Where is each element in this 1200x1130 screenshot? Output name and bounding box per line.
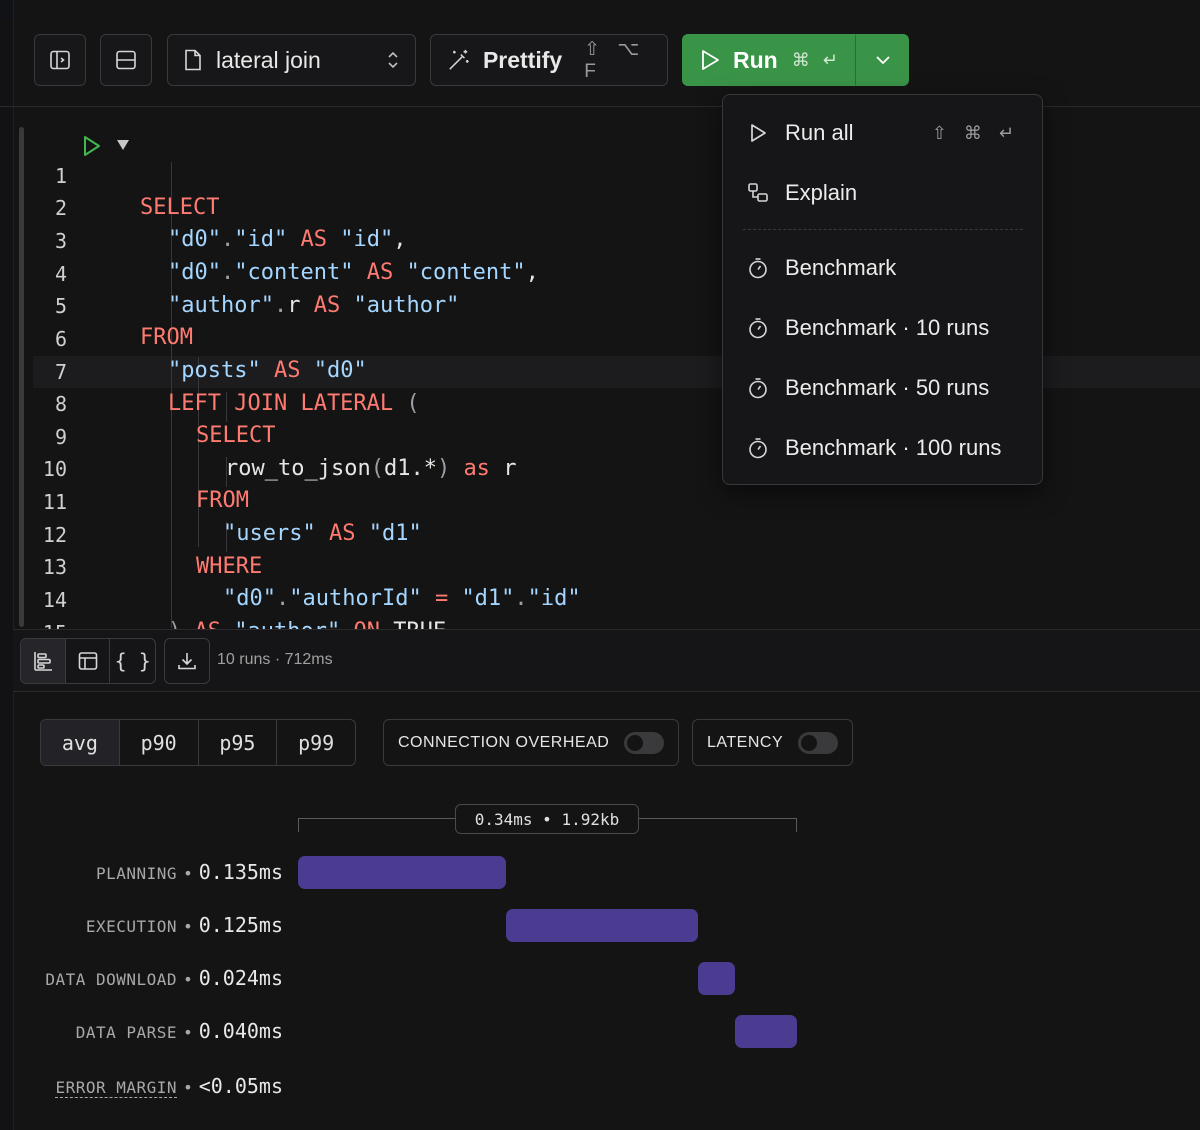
download-button[interactable] bbox=[164, 638, 210, 684]
connection-overhead-toggle[interactable]: CONNECTION OVERHEAD bbox=[383, 719, 679, 766]
timing-label: EXECUTION • 0.125ms bbox=[86, 913, 283, 937]
separator-dot: • bbox=[183, 1078, 193, 1097]
menu-item-benchmark-100[interactable]: Benchmark · 100 runs bbox=[723, 420, 1042, 476]
prettify-shortcut: ⇧ ⌥ F bbox=[584, 38, 646, 82]
code-line: 15 limit 20; bbox=[13, 585, 1113, 629]
percentile-avg[interactable]: avg bbox=[41, 720, 120, 765]
view-json-button[interactable]: { } bbox=[110, 639, 155, 683]
run-options-button[interactable] bbox=[856, 35, 909, 85]
magic-wand-icon bbox=[449, 49, 469, 70]
keyword-true: TRUE bbox=[393, 619, 446, 629]
run-label: Run bbox=[733, 46, 778, 73]
query-name: lateral join bbox=[216, 46, 321, 73]
toggle-split-button[interactable] bbox=[100, 34, 152, 86]
menu-item-label: Explain bbox=[785, 180, 858, 205]
table-icon bbox=[78, 652, 97, 670]
timing-value: 0.024ms bbox=[198, 966, 283, 990]
menu-item-benchmark-10[interactable]: Benchmark · 10 runs bbox=[723, 300, 1042, 356]
menu-item-label: Run all bbox=[785, 120, 854, 145]
explain-icon bbox=[748, 183, 768, 202]
query-select[interactable]: lateral join bbox=[167, 34, 416, 86]
play-icon bbox=[702, 50, 719, 70]
play-icon bbox=[751, 124, 766, 142]
menu-item-run-all[interactable]: Run all ⇧ ⌘ ↵ bbox=[723, 105, 1042, 161]
timeline-icon bbox=[34, 652, 52, 671]
menu-item-label: Benchmark · 50 runs bbox=[785, 375, 990, 400]
toggle-label: CONNECTION OVERHEAD bbox=[398, 733, 610, 751]
code-line: 13 "d0"."authorId" = "d1"."id" bbox=[13, 519, 1113, 611]
toggle-sidebar-button[interactable] bbox=[34, 34, 86, 86]
code-line: 14 ) AS "author" ON TRUE bbox=[13, 552, 1113, 629]
timing-value: 0.040ms bbox=[198, 1019, 283, 1043]
timing-value: <0.05ms bbox=[198, 1074, 283, 1098]
timing-name: PLANNING bbox=[96, 864, 178, 883]
separator-dot: • bbox=[183, 917, 193, 936]
timing-label: PLANNING • 0.135ms bbox=[96, 860, 283, 884]
latency-toggle[interactable]: LATENCY bbox=[692, 719, 853, 766]
timing-bar[interactable] bbox=[505, 909, 699, 942]
timing-name: EXECUTION bbox=[85, 917, 178, 936]
menu-item-shortcut: ⇧ ⌘ ↵ bbox=[931, 122, 1020, 143]
menu-divider bbox=[743, 229, 1023, 230]
stopwatch-icon bbox=[749, 438, 767, 459]
toggle-switch[interactable] bbox=[624, 732, 664, 754]
timing-bar[interactable] bbox=[298, 856, 506, 889]
punct: ) bbox=[168, 619, 181, 629]
prettify-label: Prettify bbox=[482, 46, 563, 73]
chevron-updown-icon bbox=[388, 51, 398, 69]
toggle-switch[interactable] bbox=[798, 732, 838, 754]
stopwatch-icon bbox=[749, 378, 767, 399]
braces-icon: { } bbox=[114, 649, 151, 673]
timing-name[interactable]: ERROR MARGIN bbox=[55, 1078, 178, 1098]
percentile-p95[interactable]: p95 bbox=[199, 720, 278, 765]
timing-label: DATA PARSE • 0.040ms bbox=[76, 1019, 283, 1043]
percentile-selector: avg p90 p95 p99 bbox=[40, 719, 356, 766]
timing-name: DATA DOWNLOAD bbox=[45, 970, 178, 989]
keyword: AS bbox=[195, 619, 222, 629]
run-shortcut: ⌘ ↵ bbox=[791, 49, 842, 70]
results-toolbar: { } 10 runs · 712ms bbox=[13, 629, 1200, 692]
keyword: ON bbox=[353, 619, 380, 629]
view-table-button[interactable] bbox=[66, 639, 111, 683]
error-margin-label: ERROR MARGIN • <0.05ms bbox=[55, 1074, 283, 1098]
run-button[interactable]: Run ⌘ ↵ bbox=[682, 34, 909, 86]
prettify-button[interactable]: Prettify ⇧ ⌥ F bbox=[430, 34, 668, 86]
timing-name: DATA PARSE bbox=[75, 1023, 178, 1042]
menu-item-label: Benchmark · 10 runs bbox=[785, 315, 990, 340]
results-info: 10 runs · 712ms bbox=[217, 651, 333, 668]
menu-item-label: Benchmark · 100 runs bbox=[785, 435, 1002, 460]
code-line: 12 WHERE bbox=[13, 487, 1113, 579]
timing-value: 0.135ms bbox=[198, 860, 283, 884]
run-options-menu: Run all ⇧ ⌘ ↵ Explain Benchmark Benchmar… bbox=[722, 94, 1043, 485]
timing-value: 0.125ms bbox=[198, 913, 283, 937]
percentile-p90[interactable]: p90 bbox=[120, 720, 199, 765]
menu-item-label: Benchmark bbox=[785, 255, 897, 280]
separator-dot: • bbox=[183, 1023, 193, 1042]
menu-item-explain[interactable]: Explain bbox=[723, 165, 1042, 221]
result-view-switcher: { } bbox=[20, 638, 156, 684]
stopwatch-icon bbox=[749, 318, 767, 339]
file-icon bbox=[185, 49, 201, 71]
separator-dot: • bbox=[183, 864, 193, 883]
timing-bar[interactable] bbox=[735, 1015, 797, 1048]
percentile-p99[interactable]: p99 bbox=[277, 720, 355, 765]
timing-label: DATA DOWNLOAD • 0.024ms bbox=[45, 966, 283, 990]
view-timeline-button[interactable] bbox=[21, 639, 66, 683]
timing-bar[interactable] bbox=[698, 962, 736, 995]
download-icon bbox=[178, 653, 196, 670]
identifier: "author" bbox=[234, 619, 340, 629]
menu-item-benchmark[interactable]: Benchmark bbox=[723, 240, 1042, 296]
menu-item-benchmark-50[interactable]: Benchmark · 50 runs bbox=[723, 360, 1042, 416]
line-number: 15 bbox=[33, 617, 67, 629]
separator-dot: • bbox=[183, 970, 193, 989]
toggle-label: LATENCY bbox=[707, 733, 784, 751]
split-view-icon bbox=[116, 50, 136, 70]
sidebar-icon bbox=[50, 50, 70, 70]
chevron-down-icon bbox=[875, 56, 890, 65]
timing-summary: 0.34ms • 1.92kb bbox=[455, 804, 639, 834]
stopwatch-icon bbox=[749, 258, 767, 279]
